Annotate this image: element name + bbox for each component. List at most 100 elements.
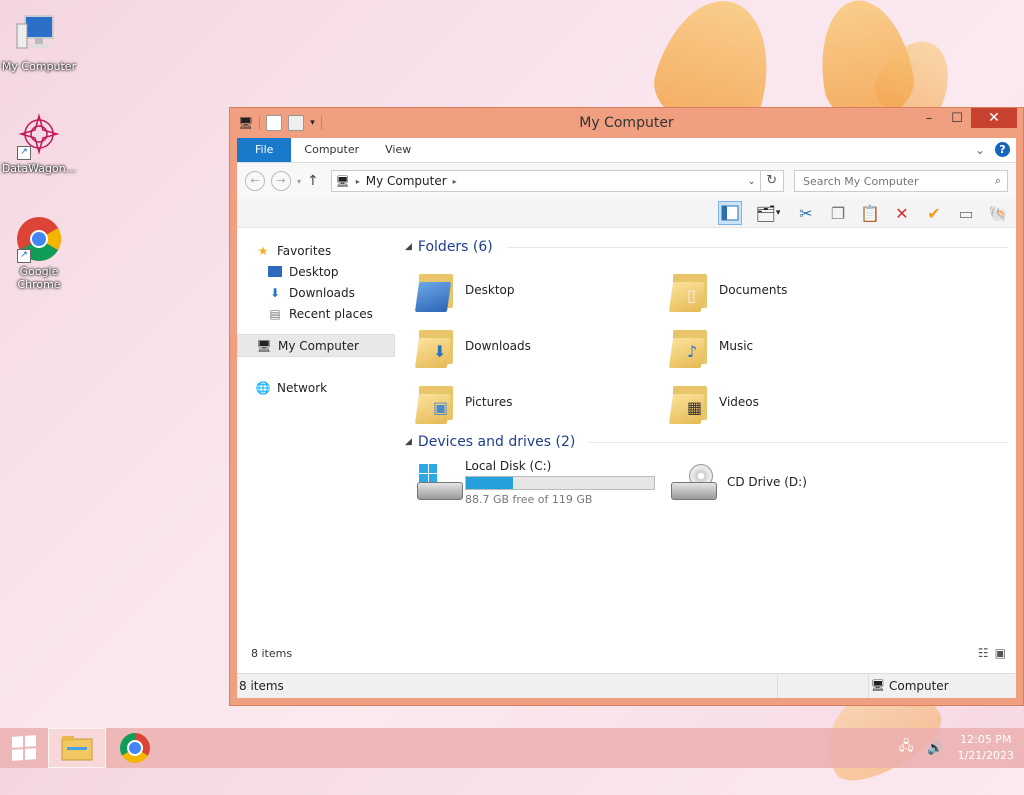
recent-locations-icon[interactable]: ▾: [297, 177, 301, 186]
nav-desktop[interactable]: Desktop: [237, 261, 395, 282]
refresh-button[interactable]: ↻: [759, 170, 784, 192]
taskbar-file-explorer[interactable]: [48, 728, 106, 768]
nav-my-computer[interactable]: 🖥 My Computer: [237, 334, 395, 357]
address-row: ← → ▾ ↑ 🖥 ▸ My Computer ▸ ⌄ ↻ ⌕: [237, 163, 1016, 199]
network-icon: 🌐: [255, 380, 271, 395]
folder-downloads[interactable]: ⬇ Downloads: [414, 320, 655, 372]
clock[interactable]: 12:05 PM 1/21/2023: [958, 732, 1014, 764]
select-all-icon[interactable]: ▭: [954, 201, 978, 225]
recent-places-icon: ▤: [269, 306, 281, 321]
cd-drive-icon: [669, 462, 719, 502]
divider: [506, 246, 1008, 248]
computer-small-icon: 🖥: [335, 174, 350, 188]
nav-recent-places[interactable]: ▤ Recent places: [237, 303, 395, 324]
tab-computer[interactable]: Computer: [291, 138, 372, 162]
collapse-icon[interactable]: ◢: [405, 437, 412, 447]
maximize-button[interactable]: ☐: [943, 108, 971, 128]
preview-pane-icon[interactable]: [718, 201, 742, 225]
back-button[interactable]: ←: [245, 171, 265, 191]
folder-desktop[interactable]: Desktop: [414, 264, 655, 316]
explorer-window: 🖥 ▾ My Computer – ☐ ✕ File Computer View…: [229, 107, 1024, 706]
desktop-icon-label: Google Chrome: [17, 265, 61, 291]
divider: [589, 441, 1008, 443]
cut-icon[interactable]: ✂: [794, 201, 818, 225]
desktop-icon-my-computer[interactable]: My Computer: [0, 10, 78, 73]
title-bar[interactable]: 🖥 ▾ My Computer – ☐ ✕: [230, 108, 1023, 138]
tab-view[interactable]: View: [372, 138, 424, 162]
desktop-icon: [267, 265, 283, 279]
computer-icon: [15, 10, 63, 58]
properties-icon[interactable]: 🗂 ▾: [750, 201, 786, 225]
folder-documents[interactable]: ▯ Documents: [668, 264, 909, 316]
close-button[interactable]: ✕: [971, 108, 1017, 128]
search-icon[interactable]: ⌕: [995, 174, 1001, 188]
search-input[interactable]: [801, 173, 995, 189]
search-box[interactable]: ⌕: [794, 170, 1008, 192]
nav-favorites[interactable]: ★ Favorites: [237, 240, 395, 261]
computer-small-icon: 🖥: [871, 679, 885, 692]
windows-logo-icon: [12, 735, 36, 761]
breadcrumb-my-computer[interactable]: My Computer: [366, 174, 447, 188]
system-tray: 🖧 🔊 12:05 PM 1/21/2023: [899, 728, 1014, 768]
desktop-icon-google-chrome[interactable]: ↗ Google Chrome: [0, 215, 78, 291]
status-items: 8 items: [237, 674, 778, 698]
status-empty: [778, 674, 869, 698]
star-icon: ★: [257, 243, 269, 258]
drive-local-disk-c[interactable]: Local Disk (C:) 88.7 GB free of 119 GB: [415, 454, 655, 510]
up-button[interactable]: ↑: [307, 173, 319, 189]
address-bar[interactable]: 🖥 ▸ My Computer ▸ ⌄: [330, 170, 761, 192]
copy-icon[interactable]: ❐: [826, 201, 850, 225]
desktop-icon-label: My Computer: [1, 60, 77, 73]
minimize-button[interactable]: –: [915, 108, 943, 128]
details-view-icon[interactable]: ☷: [978, 646, 989, 660]
expand-ribbon-icon[interactable]: ⌄: [975, 143, 985, 157]
volume-icon[interactable]: 🔊: [927, 741, 943, 756]
address-dropdown-icon[interactable]: ⌄: [747, 176, 755, 187]
downloads-folder-icon: ⬇: [414, 324, 457, 368]
collapse-icon[interactable]: ◢: [405, 242, 412, 252]
paste-icon[interactable]: 📋: [858, 201, 882, 225]
group-header-folders[interactable]: ◢ Folders (6): [405, 236, 1008, 258]
command-toolbar: 🗂 ▾ ✂ ❐ 📋 ✕ ✔ ▭ 🐚: [237, 199, 1016, 228]
rename-icon[interactable]: ✔: [922, 201, 946, 225]
status-zone: 🖥 Computer: [869, 674, 1013, 698]
hard-drive-icon: [415, 462, 463, 502]
taskbar: 🖧 🔊 12:05 PM 1/21/2023: [0, 728, 1024, 768]
drive-cd-d[interactable]: CD Drive (D:): [669, 454, 909, 510]
group-header-devices[interactable]: ◢ Devices and drives (2): [405, 431, 1008, 453]
shortcut-arrow-icon: ↗: [17, 249, 31, 263]
navigation-pane: ★ Favorites Desktop ⬇ Downloads ▤ Recent…: [237, 228, 395, 666]
delete-icon[interactable]: ✕: [890, 201, 914, 225]
network-icon[interactable]: 🖧: [899, 737, 914, 759]
desktop-folder-icon: [414, 268, 457, 312]
documents-folder-icon: ▯: [668, 268, 711, 312]
music-folder-icon: ♪: [668, 324, 711, 368]
breadcrumb-separator-icon[interactable]: ▸: [356, 177, 360, 186]
item-count: 8 items: [251, 647, 293, 660]
shortcut-arrow-icon: ↗: [17, 146, 31, 160]
shell-icon[interactable]: 🐚: [986, 201, 1010, 225]
start-button[interactable]: [0, 728, 48, 768]
help-icon[interactable]: ?: [995, 142, 1010, 157]
chrome-icon: [120, 733, 150, 763]
forward-button[interactable]: →: [271, 171, 291, 191]
breadcrumb-separator-icon[interactable]: ▸: [453, 177, 457, 186]
folder-music[interactable]: ♪ Music: [668, 320, 909, 372]
nav-network[interactable]: 🌐 Network: [237, 377, 395, 398]
desktop-icon-datawagon[interactable]: ↗ DataWagon...: [0, 112, 78, 175]
folder-pictures[interactable]: ▣ Pictures: [414, 376, 655, 428]
pictures-folder-icon: ▣: [414, 380, 457, 424]
nav-downloads[interactable]: ⬇ Downloads: [237, 282, 395, 303]
window-title: My Computer: [579, 115, 674, 131]
tab-file[interactable]: File: [237, 138, 292, 162]
large-icons-view-icon[interactable]: ▣: [995, 646, 1006, 660]
videos-folder-icon: ▦: [668, 380, 711, 424]
chrome-icon: ↗: [15, 215, 63, 263]
datawagon-icon: ↗: [15, 112, 63, 160]
downloads-icon: ⬇: [269, 285, 281, 300]
folder-videos[interactable]: ▦ Videos: [668, 376, 909, 428]
content-pane: ◢ Folders (6) Desktop ▯ Documents ⬇ Down…: [397, 228, 1016, 666]
computer-icon: 🖥: [256, 338, 272, 353]
ribbon-tabs: File Computer View ⌄ ?: [237, 138, 1016, 163]
taskbar-chrome[interactable]: [106, 728, 164, 768]
